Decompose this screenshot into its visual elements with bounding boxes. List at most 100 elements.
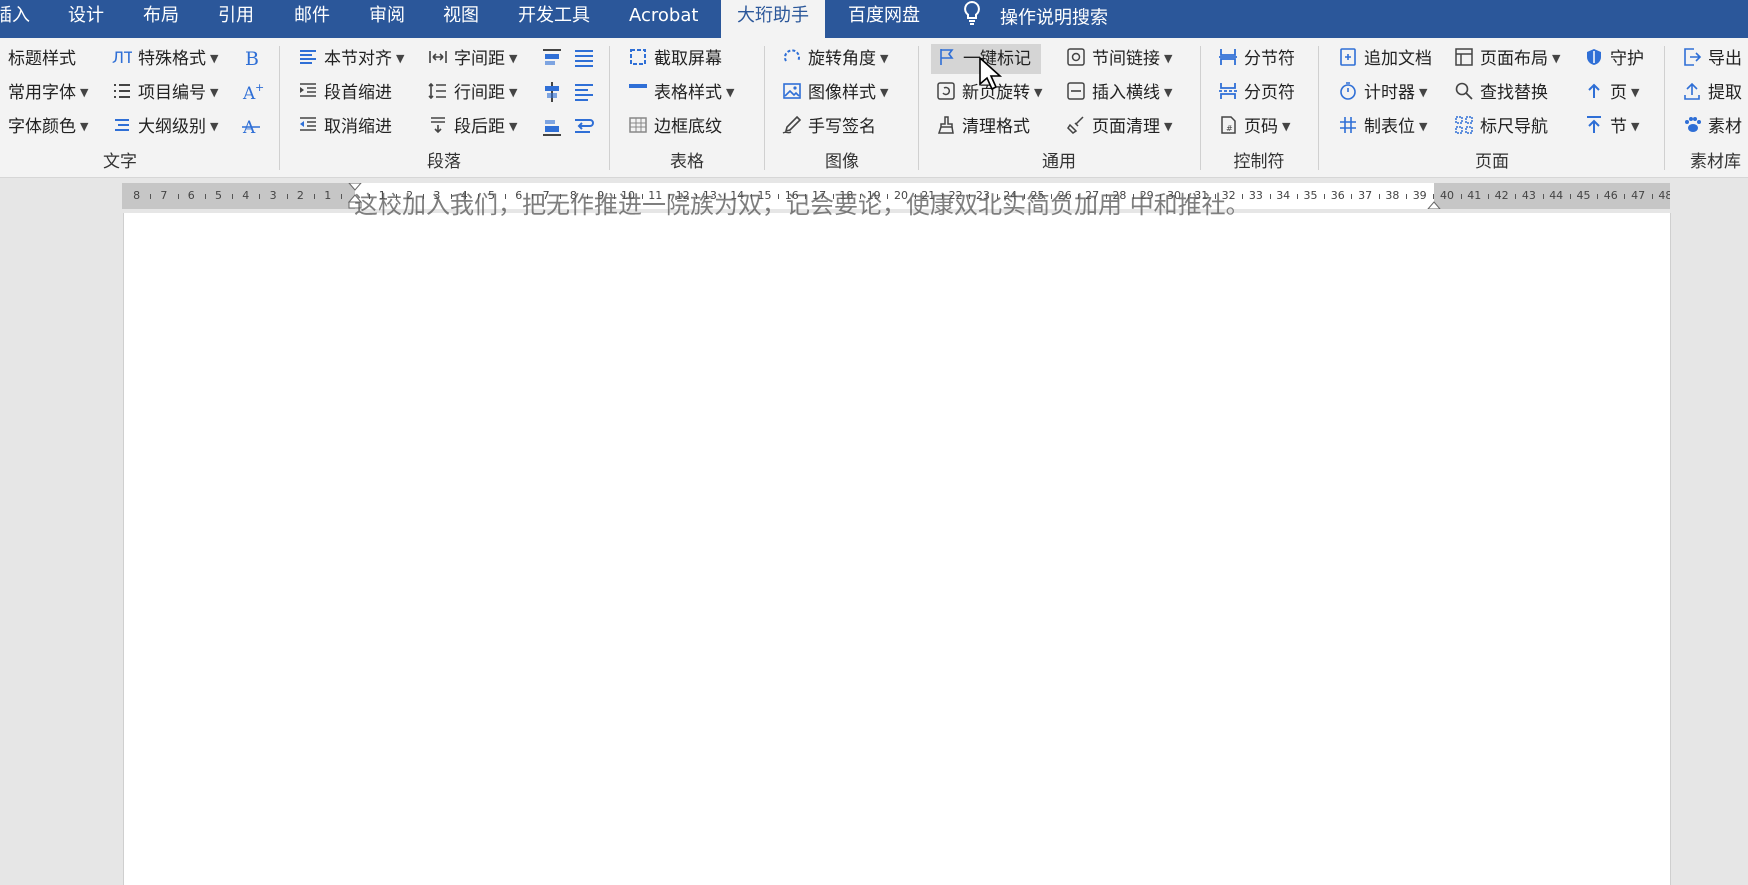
group-separator	[1664, 46, 1665, 170]
tab-mailings[interactable]: 邮件	[294, 0, 330, 38]
tab-review[interactable]: 审阅	[369, 0, 405, 38]
bold-icon[interactable]: B	[240, 46, 264, 70]
table-style-button[interactable]: 表格样式 ▼	[628, 78, 734, 108]
border-shading-button[interactable]: 边框底纹	[628, 112, 722, 142]
tab-dahang-assistant[interactable]: 大珩助手	[721, 0, 825, 38]
find-replace-button[interactable]: 查找替换	[1454, 78, 1548, 108]
tab-stop-button[interactable]: 制表位 ▼	[1338, 112, 1427, 142]
table-grid-icon	[628, 115, 648, 135]
section-nav-button[interactable]: 节 ▼	[1584, 112, 1639, 142]
special-format-button[interactable]: ЛT 特殊格式 ▼	[112, 44, 218, 74]
ruler-number: 34	[1276, 189, 1291, 202]
group-separator	[279, 46, 280, 170]
timer-icon	[1338, 81, 1358, 101]
outline-level-button[interactable]: 大纲级别 ▼	[112, 112, 218, 142]
section-align-button[interactable]: 本节对齐 ▼	[298, 44, 404, 74]
ruler-tick	[1515, 194, 1517, 199]
page-layout-button[interactable]: 页面布局 ▼	[1454, 44, 1560, 74]
font-color-button[interactable]: 字体颜色 ▼	[8, 112, 88, 142]
rotate-icon	[782, 47, 802, 67]
page-clean-button[interactable]: 页面清理 ▼	[1066, 112, 1172, 142]
export-button[interactable]: 导出	[1682, 44, 1742, 74]
document-page[interactable]: 这校加入我们，把无作推进一院族为双，记会要论，使康双北实简负加用 中和推社。	[123, 191, 1671, 885]
image-style-button[interactable]: 图像样式 ▼	[782, 78, 888, 108]
strikethrough-font-icon[interactable]: A	[240, 114, 264, 138]
handwrite-sign-button[interactable]: 手写签名	[782, 112, 876, 142]
align-top-icon[interactable]	[540, 46, 564, 70]
tab-design[interactable]: 设计	[68, 0, 104, 38]
ruler-nav-button[interactable]: 标尺导航	[1454, 112, 1548, 142]
item-number-button[interactable]: 项目编号 ▼	[112, 78, 218, 108]
ruler-tick	[1378, 194, 1380, 199]
hash-icon	[1338, 115, 1358, 135]
group-separator	[1318, 46, 1319, 170]
align-text-icon[interactable]	[572, 80, 596, 104]
material-button[interactable]: 素材	[1682, 112, 1742, 142]
section-break-icon	[1218, 47, 1238, 67]
tell-me-label: 操作说明搜索	[1000, 7, 1108, 29]
tab-baidu-netdisk[interactable]: 百度网盘	[848, 0, 920, 38]
layout-icon	[1454, 47, 1474, 67]
ruler-tick	[1296, 194, 1298, 199]
insert-hline-button[interactable]: 插入横线 ▼	[1066, 78, 1172, 108]
add-document-button[interactable]: 追加文档	[1338, 44, 1432, 74]
ruler-tick	[232, 194, 234, 199]
first-indent-button[interactable]: 段首缩进	[298, 78, 392, 108]
char-spacing-button[interactable]: 字间距 ▼	[428, 44, 517, 74]
ruler-left-margin	[122, 183, 355, 209]
ruler-number: 6	[187, 189, 195, 202]
section-link-button[interactable]: 节间链接 ▼	[1066, 44, 1172, 74]
tab-developer[interactable]: 开发工具	[518, 0, 590, 38]
tell-me-search[interactable]: 操作说明搜索	[962, 0, 1108, 38]
grow-font-icon[interactable]: A +	[240, 80, 264, 104]
clear-format-button[interactable]: 清理格式	[936, 112, 1030, 142]
image-icon	[782, 81, 802, 101]
tab-view[interactable]: 视图	[443, 0, 479, 38]
page-number-icon: #	[1218, 115, 1238, 135]
screenshot-button[interactable]: 截取屏幕	[628, 44, 722, 74]
title-style-button[interactable]: 标题样式	[8, 44, 76, 74]
ruler-number: 2	[296, 189, 304, 202]
tab-acrobat[interactable]: Acrobat	[629, 0, 698, 38]
justify-icon[interactable]	[572, 46, 596, 70]
export-icon	[1682, 47, 1702, 67]
extract-button[interactable]: 提取	[1682, 78, 1742, 108]
new-page-rotate-button[interactable]: 新页旋转 ▼	[936, 78, 1042, 108]
common-font-button[interactable]: 常用字体 ▼	[8, 78, 88, 108]
section-break-button[interactable]: 分节符	[1218, 44, 1295, 74]
ruler-tick	[1542, 194, 1544, 199]
page-nav-button[interactable]: 页 ▼	[1584, 78, 1639, 108]
group-label-table: 表格	[670, 152, 704, 172]
align-middle-icon[interactable]	[540, 80, 564, 104]
text-wrap-icon[interactable]	[572, 114, 596, 138]
lightbulb-icon	[962, 0, 982, 37]
group-separator	[918, 46, 919, 170]
align-left-icon	[298, 47, 318, 67]
line-spacing-button[interactable]: 行间距 ▼	[428, 78, 517, 108]
paragraph-after-spacing-button[interactable]: 段后距 ▼	[428, 112, 517, 142]
ruler-tick	[1597, 194, 1599, 199]
ruler-number: 46	[1603, 189, 1618, 202]
one-key-mark-button[interactable]: 一键标记	[931, 44, 1041, 74]
tab-layout[interactable]: 布局	[143, 0, 179, 38]
ruler-grid-icon	[1454, 115, 1474, 135]
ruler-tick	[1487, 194, 1489, 199]
ruler-tick	[1269, 194, 1271, 199]
ruler-tick	[1324, 194, 1326, 199]
tab-insert[interactable]: 插入	[0, 0, 30, 38]
chevron-down-icon: ▼	[1164, 86, 1173, 99]
ruler-tick	[1624, 194, 1626, 199]
ruler-number: 5	[215, 189, 222, 202]
page-break-button[interactable]: 分页符	[1218, 78, 1295, 108]
tab-references[interactable]: 引用	[218, 0, 254, 38]
svg-text:A: A	[242, 118, 256, 138]
cancel-indent-button[interactable]: 取消缩进	[298, 112, 392, 142]
guard-button[interactable]: 守护	[1584, 44, 1644, 74]
page-number-button[interactable]: # 页码 ▼	[1218, 112, 1290, 142]
ruler-number: 44	[1549, 189, 1564, 202]
timer-button[interactable]: 计时器 ▼	[1338, 78, 1427, 108]
align-bottom-icon[interactable]	[540, 114, 564, 138]
rotate-angle-button[interactable]: 旋转角度 ▼	[782, 44, 888, 74]
arrow-up-icon	[1584, 81, 1604, 101]
ruler-tick	[341, 194, 343, 199]
